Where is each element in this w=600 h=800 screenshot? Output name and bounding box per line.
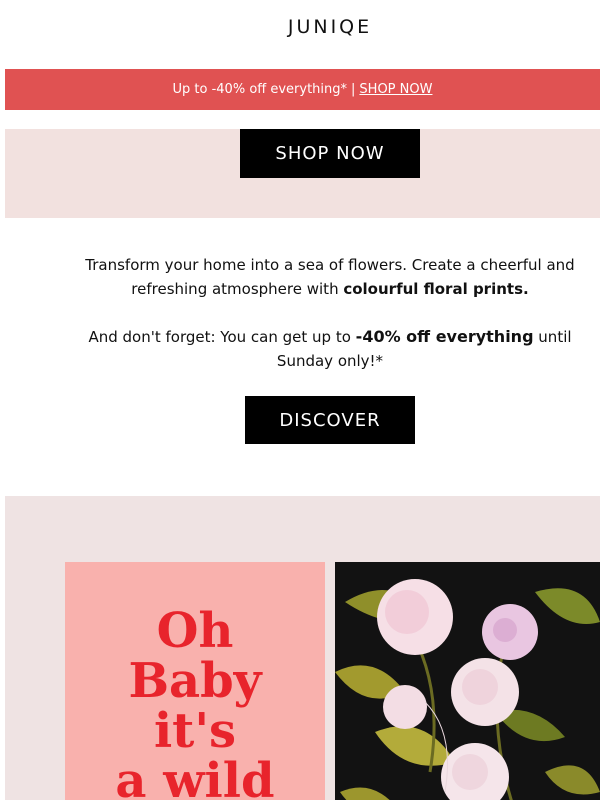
promo-text: Up to -40% off everything* bbox=[172, 82, 348, 97]
print-lettering: Oh Baby it's a wild bbox=[115, 603, 275, 800]
discount-bold: -40% off everything bbox=[355, 327, 534, 346]
peony-print[interactable] bbox=[335, 562, 600, 800]
oh-baby-print[interactable]: Oh Baby it's a wild bbox=[65, 562, 325, 800]
discover-button[interactable]: DISCOVER bbox=[245, 396, 415, 444]
email-page: JUNIQE Up to -40% off everything* | SHOP… bbox=[0, 0, 600, 800]
featured-prints: Oh Baby it's a wild bbox=[5, 496, 600, 800]
promo-banner: Up to -40% off everything* | SHOP NOW bbox=[5, 69, 600, 110]
intro-bold: colourful floral prints. bbox=[343, 280, 529, 298]
shop-now-button[interactable]: SHOP NOW bbox=[240, 129, 420, 178]
discount-text: And don't forget: You can get up to bbox=[88, 328, 356, 346]
intro-paragraph: Transform your home into a sea of flower… bbox=[60, 253, 600, 301]
discount-paragraph: And don't forget: You can get up to -40%… bbox=[60, 325, 600, 373]
peony-illustration bbox=[335, 562, 600, 800]
hero-band: SHOP NOW bbox=[5, 129, 600, 218]
body-copy: Transform your home into a sea of flower… bbox=[60, 253, 600, 373]
promo-shop-now-link[interactable]: SHOP NOW bbox=[359, 82, 432, 97]
header: JUNIQE bbox=[0, 0, 600, 64]
promo-separator: | bbox=[351, 82, 356, 97]
juniqe-logo[interactable]: JUNIQE bbox=[0, 16, 600, 38]
